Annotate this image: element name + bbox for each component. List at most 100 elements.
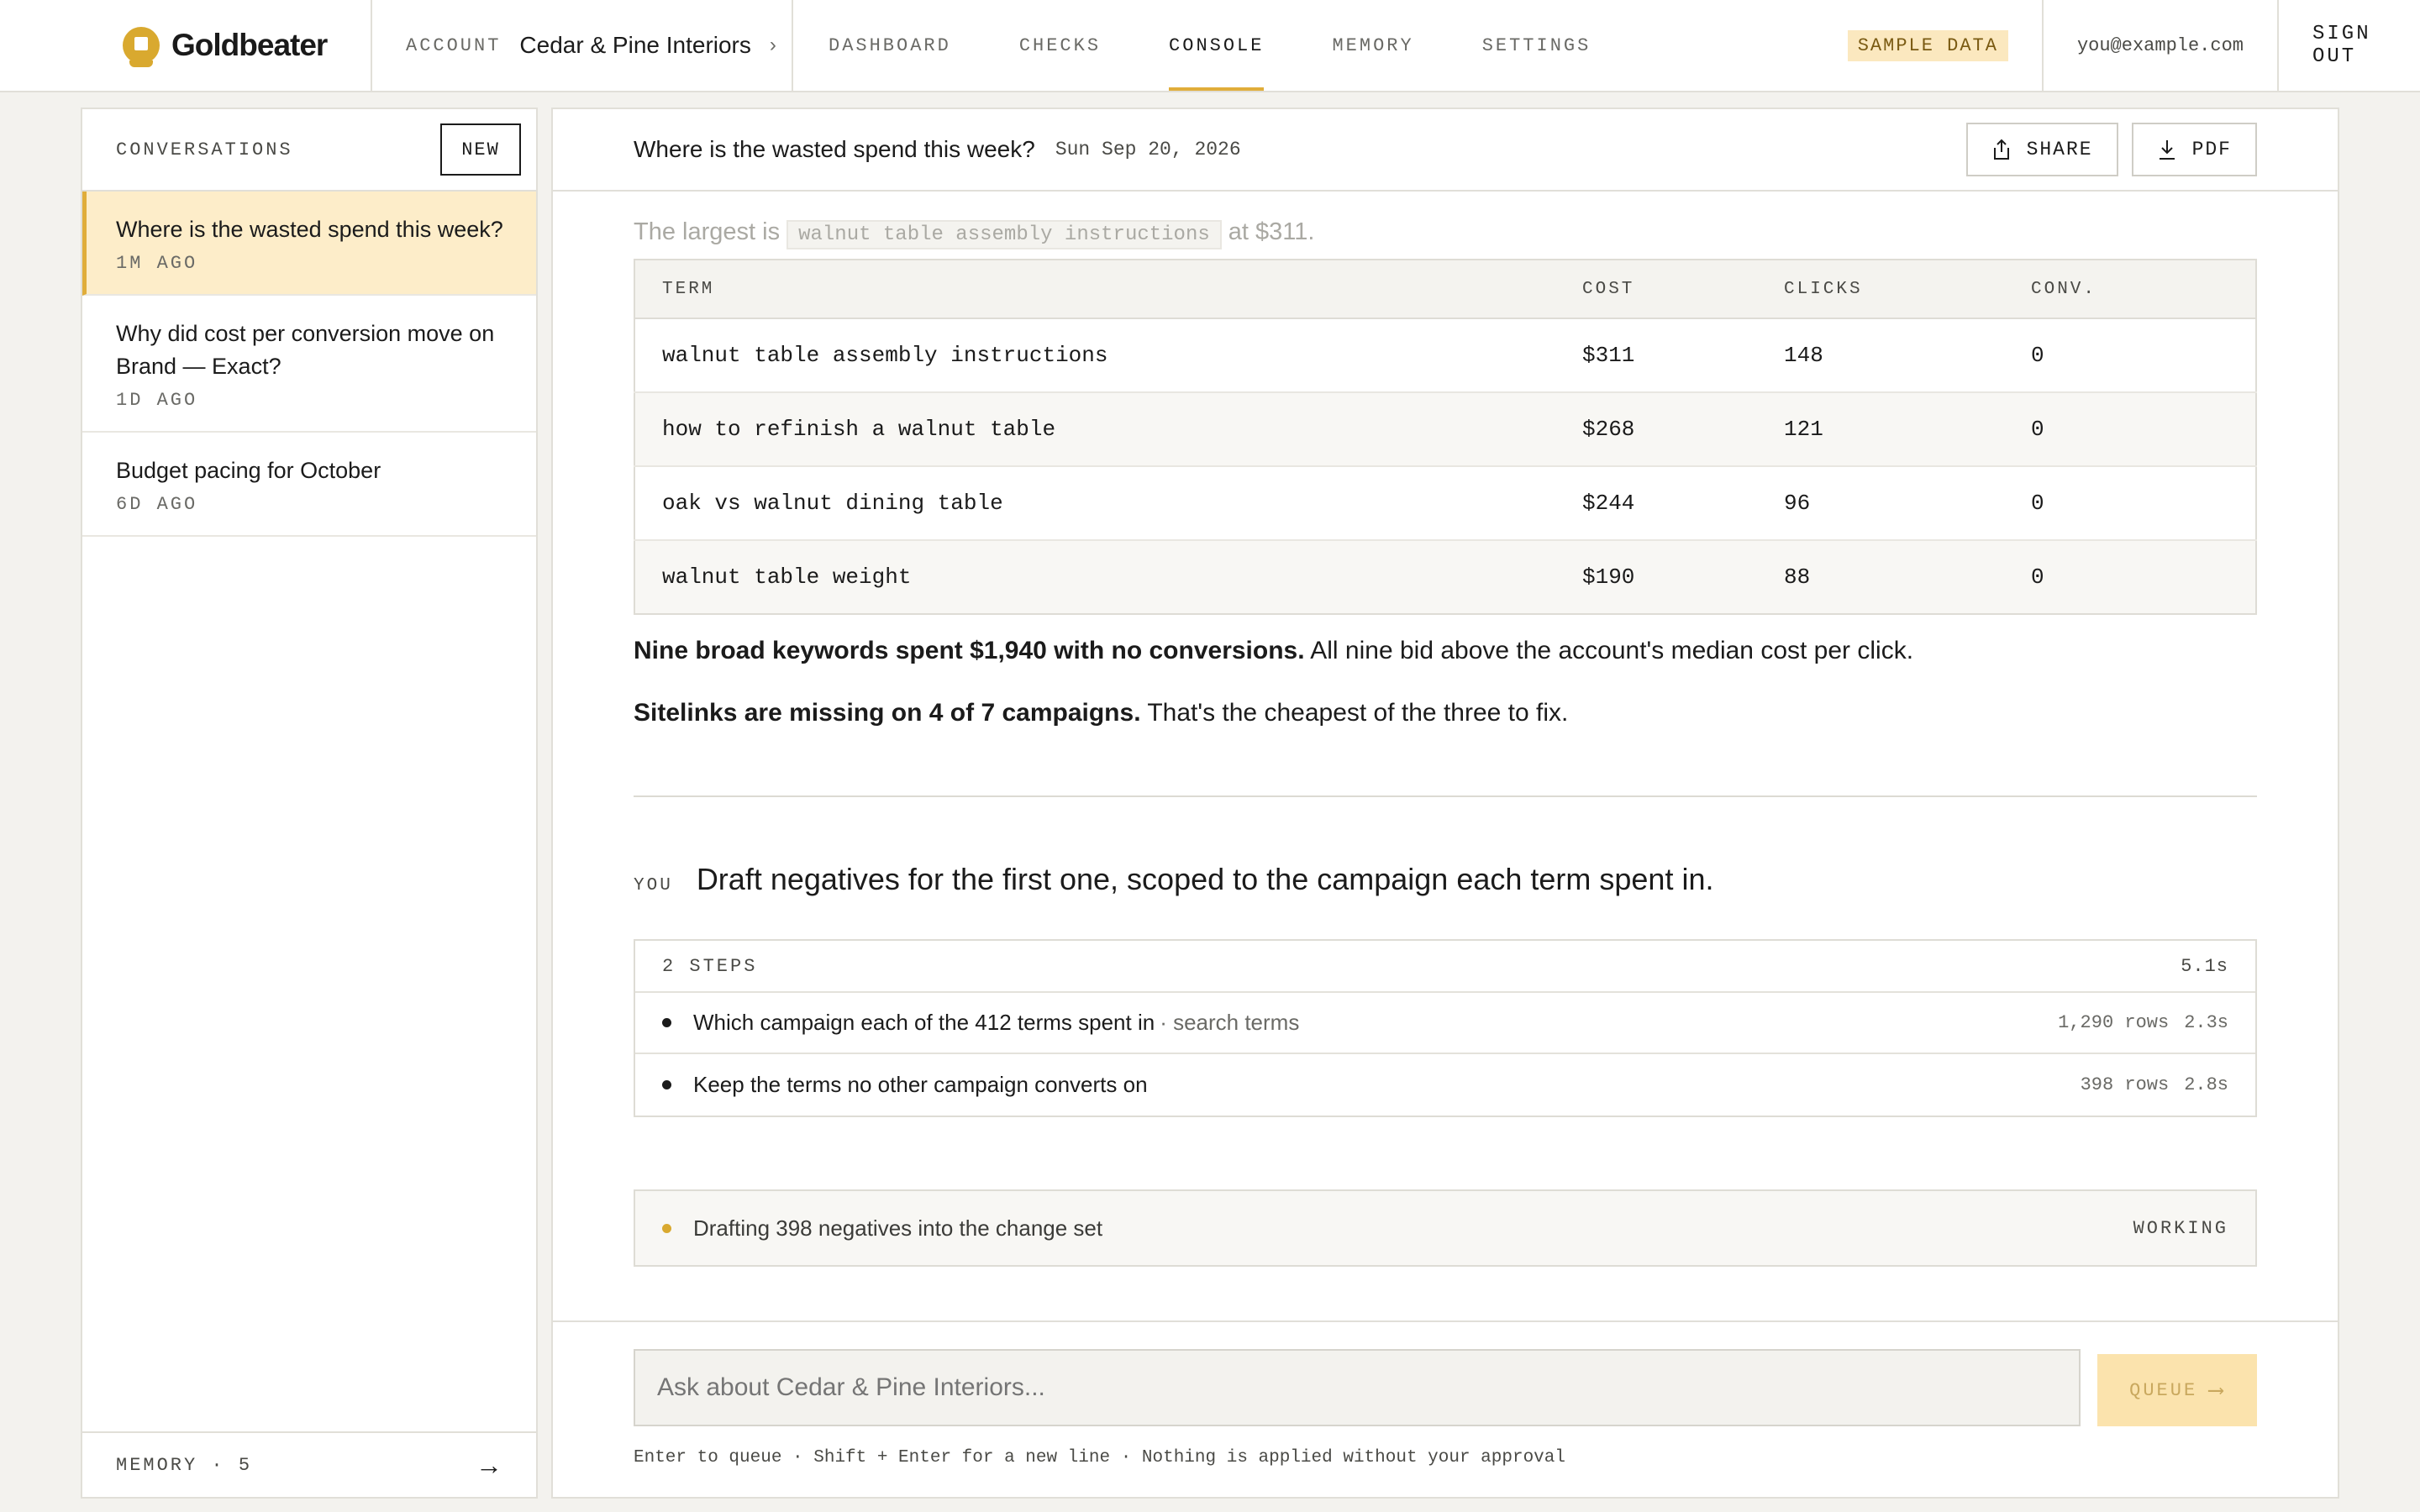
user-message-text: Draft negatives for the first one, scope… [696,862,1714,896]
term-cell: walnut table weight [634,540,1582,614]
working-status: Drafting 398 negatives into the change s… [634,1189,2257,1267]
ask-input[interactable] [634,1349,2081,1426]
term-cell: how to refinish a walnut table [634,392,1582,467]
conversation-item[interactable]: Why did cost per conversion move on Bran… [82,296,536,433]
share-button[interactable]: SHARE [1965,123,2118,176]
table-row: walnut table weight $190 88 0 [634,540,2256,614]
finding-keywords-rest: All nine bid above the account's median … [1304,637,1914,664]
faded-term-code: walnut table assembly instructions [786,220,1222,249]
conversations-sidebar: CONVERSATIONS NEW Where is the wasted sp… [81,108,538,1499]
clicks-cell: 96 [1784,466,2031,541]
steps-total-time: 5.1s [2181,955,2228,977]
sample-data-badge: SAMPLE DATA [1847,29,2008,61]
conversation-header: Where is the wasted spend this week? Sun… [553,109,2338,192]
step-source: · search terms [1160,1010,1300,1035]
top-bar: Goldbeater ACCOUNT Cedar & Pine Interior… [0,0,2420,92]
message-divider [634,795,2257,797]
cost-cell: $244 [1582,466,1784,541]
table-header-row: TERM COST CLICKS CONV. [634,260,2256,319]
table-row: walnut table assembly instructions $311 … [634,318,2256,393]
faded-suffix: at $311. [1228,218,1315,245]
account-name: Cedar & Pine Interiors [519,32,751,58]
step-rows: 398 rows [2080,1074,2170,1095]
sidebar-title: CONVERSATIONS [116,139,293,160]
conversation-time: 1M AGO [116,253,198,274]
user-email[interactable]: you@example.com [2041,0,2277,91]
term-cell: oak vs walnut dining table [634,466,1582,541]
nav-console[interactable]: CONSOLE [1169,0,1265,91]
step-item: Which campaign each of the 412 terms spe… [635,993,2255,1054]
column-header-term: TERM [634,260,1582,319]
clicks-cell: 148 [1784,318,2031,393]
working-badge: WORKING [2133,1217,2228,1239]
conv-cell: 0 [2031,318,2256,393]
conversation-title: Why did cost per conversion move on Bran… [116,321,495,379]
cost-cell: $190 [1582,540,1784,614]
column-header-clicks: CLICKS [1784,260,2031,319]
conv-cell: 0 [2031,392,2256,467]
share-label: SHARE [2026,139,2093,160]
finding-keywords: Nine broad keywords spent $1,940 with no… [634,637,1913,665]
conversation-heading: Where is the wasted spend this week? [634,136,1035,162]
conv-cell: 0 [2031,466,2256,541]
account-switcher[interactable]: ACCOUNT Cedar & Pine Interiors › [372,0,793,91]
download-icon [2159,140,2175,160]
conversation-time: 6D AGO [116,494,198,515]
step-rows: 1,290 rows [2058,1012,2170,1033]
account-label: ACCOUNT [406,34,502,56]
step-time: 2.8s [2184,1074,2228,1095]
step-item: Keep the terms no other campaign convert… [635,1054,2255,1116]
queue-label: QUEUE [2129,1379,2198,1401]
pdf-label: PDF [2191,139,2232,160]
goldbeater-logo-icon [123,27,160,67]
new-conversation-button[interactable]: NEW [440,123,521,176]
conv-cell: 0 [2031,540,2256,614]
cost-cell: $311 [1582,318,1784,393]
brand-name: Goldbeater [171,28,328,62]
bullet-icon [662,1018,671,1027]
nav-dashboard[interactable]: DASHBOARD [829,0,951,91]
memory-link[interactable]: MEMORY · 5 → [82,1431,536,1497]
steps-header[interactable]: 2 STEPS 5.1s [635,941,2255,993]
composer-hint: Enter to queue · Shift + Enter for a new… [634,1448,1565,1467]
step-text: Keep the terms no other campaign convert… [693,1072,1148,1097]
wasted-terms-table: TERM COST CLICKS CONV. walnut table asse… [634,259,2257,615]
step-time: 2.3s [2184,1012,2228,1033]
finding-sitelinks-rest: That's the cheapest of the three to fix. [1140,699,1569,727]
user-message: YOU Draft negatives for the first one, s… [634,862,1713,897]
column-header-conv: CONV. [2031,260,2256,319]
clicks-cell: 88 [1784,540,2031,614]
conversation-item[interactable]: Budget pacing for October 6D AGO [82,433,536,537]
memory-count: MEMORY · 5 [116,1454,253,1476]
faded-answer-line: The largest is walnut table assembly inst… [634,218,1315,249]
conversation-title: Where is the wasted spend this week? [116,217,503,242]
main-nav: DASHBOARD CHECKS CONSOLE MEMORY SETTINGS [793,0,1659,91]
sign-out-button[interactable]: SIGN OUT [2277,0,2420,91]
step-text: Which campaign each of the 412 terms spe… [693,1010,1155,1035]
term-cell: walnut table assembly instructions [634,318,1582,393]
share-icon [1993,139,2009,160]
console-panel: Where is the wasted spend this week? Sun… [551,108,2339,1499]
nav-memory[interactable]: MEMORY [1332,0,1413,91]
queue-button[interactable]: QUEUE ⟶ [2097,1354,2257,1426]
composer: QUEUE ⟶ Enter to queue · Shift + Enter fo… [553,1320,2338,1497]
conversation-date: Sun Sep 20, 2026 [1055,139,1241,160]
clicks-cell: 121 [1784,392,2031,467]
conversation-item[interactable]: Where is the wasted spend this week? 1M … [82,192,536,296]
pdf-button[interactable]: PDF [2131,123,2257,176]
nav-checks[interactable]: CHECKS [1019,0,1101,91]
step-meta: 398 rows 2.8s [2065,1074,2228,1095]
arrow-right-icon: ⟶ [2209,1378,2225,1404]
table-row: how to refinish a walnut table $268 121 … [634,392,2256,467]
chevron-right-icon: › [769,34,776,56]
finding-keywords-bold: Nine broad keywords spent $1,940 with no… [634,637,1305,664]
steps-count: 2 STEPS [662,955,758,977]
faded-prefix: The largest is [634,218,781,245]
brand[interactable]: Goldbeater [0,0,372,91]
arrow-right-icon: → [476,1449,502,1480]
finding-sitelinks-bold: Sitelinks are missing on 4 of 7 campaign… [634,699,1141,727]
sidebar-header: CONVERSATIONS NEW [82,109,536,192]
nav-settings[interactable]: SETTINGS [1482,0,1591,91]
user-label: YOU [634,876,673,895]
working-text: Drafting 398 negatives into the change s… [693,1215,1103,1241]
